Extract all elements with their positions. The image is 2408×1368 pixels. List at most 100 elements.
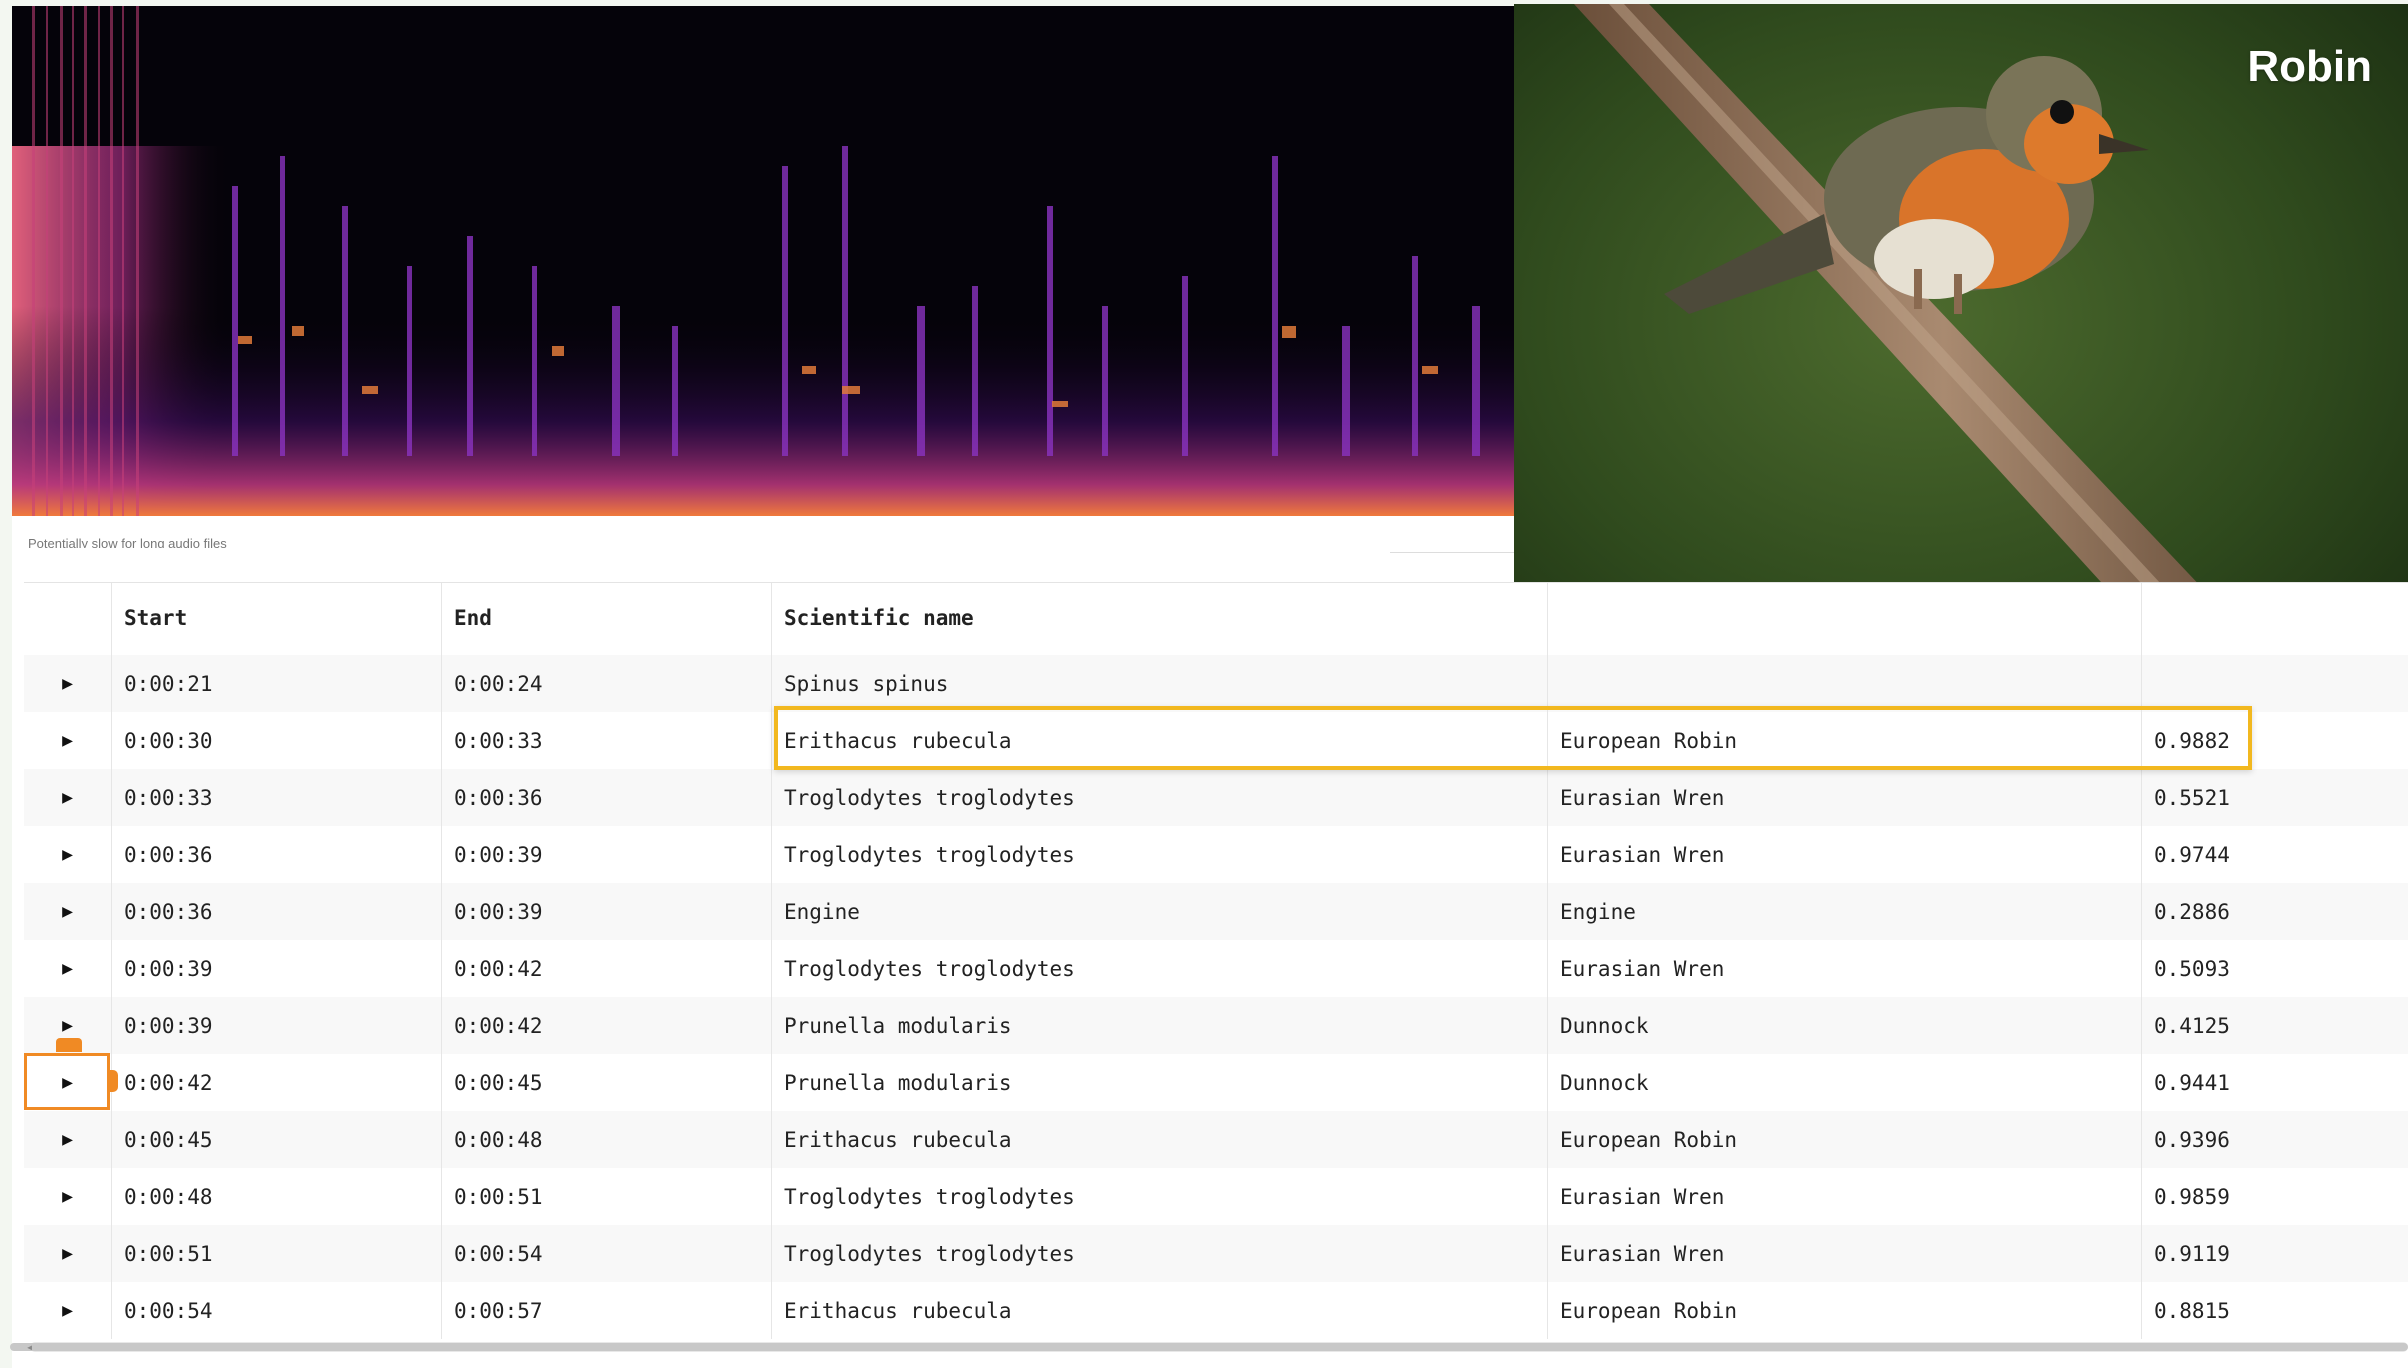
play-icon[interactable]: ▶ bbox=[62, 1243, 73, 1264]
confidence-cell: 0.9882 bbox=[2154, 728, 2230, 753]
end-cell: 0:00:48 bbox=[442, 1111, 772, 1168]
scientific-name-cell: Troglodytes troglodytes bbox=[772, 769, 1548, 826]
start-cell: 0:00:42 bbox=[112, 1054, 442, 1111]
common-name-cell: Engine bbox=[1548, 883, 2142, 940]
header-scientific-name[interactable]: Scientific name bbox=[772, 583, 1548, 655]
table-row[interactable]: ▶ 0:00:36 0:00:39 Troglodytes troglodytes Eu… bbox=[24, 826, 2408, 883]
focus-handle-right bbox=[108, 1070, 118, 1092]
start-cell: 0:00:39 bbox=[112, 940, 442, 997]
table-row[interactable]: ▶ 0:00:42 0:00:45 Prunella modularis Dunnock… bbox=[24, 1054, 2408, 1111]
header-start[interactable]: Start bbox=[112, 583, 442, 655]
common-name-cell: Dunnock bbox=[1548, 1054, 2142, 1111]
table-row[interactable]: ▶ 0:00:39 0:00:42 Prunella modularis Dunnock… bbox=[24, 997, 2408, 1054]
start-cell: 0:00:51 bbox=[112, 1225, 442, 1282]
start-cell: 0:00:36 bbox=[112, 826, 442, 883]
scientific-name-cell: Troglodytes troglodytes bbox=[772, 1168, 1548, 1225]
common-name-cell: Eurasian Wren bbox=[1548, 1225, 2142, 1282]
divider bbox=[1390, 552, 1514, 553]
table-row[interactable]: ▶ 0:00:36 0:00:39 Engine Engine 0.2886 bbox=[24, 883, 2408, 940]
scientific-name-cell: Troglodytes troglodytes bbox=[772, 826, 1548, 883]
play-cell[interactable]: ▶ bbox=[24, 1054, 112, 1111]
chevron-left-icon[interactable]: ◂ bbox=[26, 1340, 33, 1354]
common-name-cell: European Robin bbox=[1548, 1111, 2142, 1168]
spectrogram[interactable] bbox=[12, 6, 1514, 516]
common-name-cell: Eurasian Wren bbox=[1548, 826, 2142, 883]
play-icon[interactable]: ▶ bbox=[62, 1072, 73, 1093]
play-cell[interactable]: ▶ bbox=[24, 712, 112, 769]
spectrogram-caption: Potentially slow for long audio files bbox=[28, 536, 227, 548]
common-name-cell: Eurasian Wren bbox=[1548, 769, 2142, 826]
scientific-name-cell: Erithacus rubecula bbox=[772, 712, 1548, 769]
table-row[interactable]: ▶ 0:00:21 0:00:24 Spinus spinus bbox=[24, 655, 2408, 712]
photo-title: Robin bbox=[2247, 42, 2372, 91]
start-cell: 0:00:39 bbox=[112, 997, 442, 1054]
play-icon[interactable]: ▶ bbox=[62, 1129, 73, 1150]
play-icon[interactable]: ▶ bbox=[62, 844, 73, 865]
table-body: ▶ 0:00:21 0:00:24 Spinus spinus ▶ 0:00:30 0:00… bbox=[24, 655, 2408, 1339]
play-cell[interactable]: ▶ bbox=[24, 883, 112, 940]
common-name-cell: Eurasian Wren bbox=[1548, 940, 2142, 997]
end-cell: 0:00:39 bbox=[442, 883, 772, 940]
scientific-name-cell: Engine bbox=[772, 883, 1548, 940]
confidence-cell: 0.4125 bbox=[2154, 1013, 2230, 1038]
header-play bbox=[24, 583, 112, 655]
table-row[interactable]: ▶ 0:00:33 0:00:36 Troglodytes troglodytes Eu… bbox=[24, 769, 2408, 826]
play-icon[interactable]: ▶ bbox=[62, 787, 73, 808]
confidence-cell: 0.9441 bbox=[2154, 1070, 2230, 1095]
table-row[interactable]: ▶ 0:00:54 0:00:57 Erithacus rubecula Europea… bbox=[24, 1282, 2408, 1339]
end-cell: 0:00:36 bbox=[442, 769, 772, 826]
table-row[interactable]: ▶ 0:00:30 0:00:33 Erithacus rubecula Europea… bbox=[24, 712, 2408, 769]
end-cell: 0:00:42 bbox=[442, 940, 772, 997]
play-cell[interactable]: ▶ bbox=[24, 655, 112, 712]
play-cell[interactable]: ▶ bbox=[24, 1282, 112, 1339]
play-cell[interactable]: ▶ bbox=[24, 1225, 112, 1282]
table-row[interactable]: ▶ 0:00:48 0:00:51 Troglodytes troglodytes Eu… bbox=[24, 1168, 2408, 1225]
end-cell: 0:00:39 bbox=[442, 826, 772, 883]
end-cell: 0:00:33 bbox=[442, 712, 772, 769]
play-icon[interactable]: ▶ bbox=[62, 1015, 73, 1036]
start-cell: 0:00:36 bbox=[112, 883, 442, 940]
confidence-cell: 0.5521 bbox=[2154, 785, 2230, 810]
table-row[interactable]: ▶ 0:00:39 0:00:42 Troglodytes troglodytes Eu… bbox=[24, 940, 2408, 997]
play-cell[interactable]: ▶ bbox=[24, 826, 112, 883]
header-confidence[interactable] bbox=[2142, 583, 2408, 655]
scientific-name-cell: Troglodytes troglodytes bbox=[772, 1225, 1548, 1282]
header-common-name[interactable] bbox=[1548, 583, 2142, 655]
scientific-name-cell: Spinus spinus bbox=[772, 655, 1548, 712]
end-cell: 0:00:42 bbox=[442, 997, 772, 1054]
scientific-name-cell: Erithacus rubecula bbox=[772, 1282, 1548, 1339]
confidence-cell: 0.9119 bbox=[2154, 1241, 2230, 1266]
play-icon[interactable]: ▶ bbox=[62, 730, 73, 751]
end-cell: 0:00:51 bbox=[442, 1168, 772, 1225]
play-cell[interactable]: ▶ bbox=[24, 769, 112, 826]
play-icon[interactable]: ▶ bbox=[62, 673, 73, 694]
header-end[interactable]: End bbox=[442, 583, 772, 655]
confidence-cell: 0.2886 bbox=[2154, 899, 2230, 924]
start-cell: 0:00:33 bbox=[112, 769, 442, 826]
table-header: Start End Scientific name bbox=[24, 582, 2408, 655]
end-cell: 0:00:54 bbox=[442, 1225, 772, 1282]
end-cell: 0:00:57 bbox=[442, 1282, 772, 1339]
end-cell: 0:00:24 bbox=[442, 655, 772, 712]
start-cell: 0:00:30 bbox=[112, 712, 442, 769]
play-icon[interactable]: ▶ bbox=[62, 1300, 73, 1321]
play-icon[interactable]: ▶ bbox=[62, 901, 73, 922]
play-cell[interactable]: ▶ bbox=[24, 1111, 112, 1168]
common-name-cell: European Robin bbox=[1548, 1282, 2142, 1339]
play-cell[interactable]: ▶ bbox=[24, 1168, 112, 1225]
confidence-cell: 0.8815 bbox=[2154, 1298, 2230, 1323]
scientific-name-cell: Erithacus rubecula bbox=[772, 1111, 1548, 1168]
start-cell: 0:00:21 bbox=[112, 655, 442, 712]
play-icon[interactable]: ▶ bbox=[62, 958, 73, 979]
confidence-cell: 0.9859 bbox=[2154, 1184, 2230, 1209]
play-cell[interactable]: ▶ bbox=[24, 940, 112, 997]
common-name-cell: European Robin bbox=[1548, 712, 2142, 769]
confidence-cell: 0.9396 bbox=[2154, 1127, 2230, 1152]
scrollbar-thumb[interactable] bbox=[10, 1343, 2408, 1351]
confidence-cell bbox=[2142, 655, 2408, 712]
common-name-cell bbox=[1548, 655, 2142, 712]
table-row[interactable]: ▶ 0:00:45 0:00:48 Erithacus rubecula Europea… bbox=[24, 1111, 2408, 1168]
scientific-name-cell: Troglodytes troglodytes bbox=[772, 940, 1548, 997]
play-icon[interactable]: ▶ bbox=[62, 1186, 73, 1207]
table-row[interactable]: ▶ 0:00:51 0:00:54 Troglodytes troglodytes Eu… bbox=[24, 1225, 2408, 1282]
